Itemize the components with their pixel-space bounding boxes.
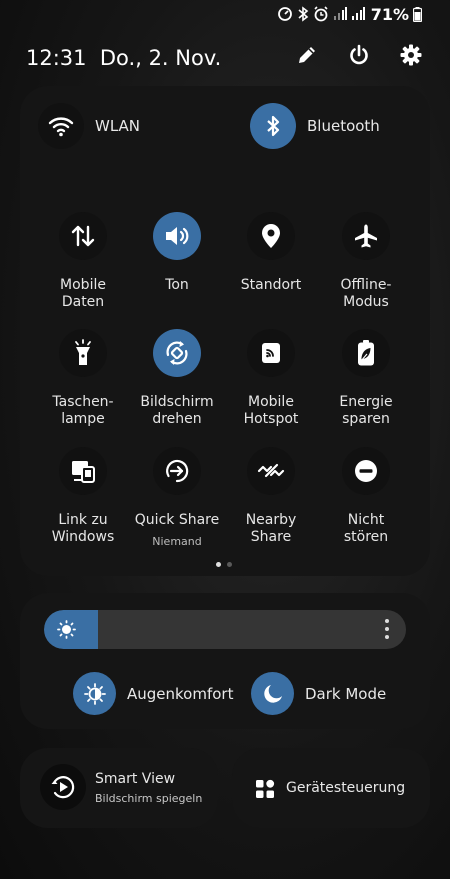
tile-offline-mode[interactable]: Offline- Modus xyxy=(319,212,413,311)
sound-icon xyxy=(153,212,201,260)
bluetooth-icon xyxy=(298,6,308,22)
tile-label: Ton xyxy=(165,277,189,293)
tile-dnd[interactable]: Nicht stören xyxy=(319,447,413,546)
tile-label: Mobile Hotspot xyxy=(243,394,299,427)
dark-mode-toggle[interactable]: Dark Mode xyxy=(251,672,386,715)
quick-share-icon xyxy=(153,447,201,495)
tile-label: Offline- Modus xyxy=(340,277,392,310)
page-dot-active xyxy=(216,562,221,567)
eye-comfort-icon xyxy=(73,672,116,715)
settings-icon[interactable] xyxy=(400,44,422,66)
device-control-title: Gerätesteuerung xyxy=(286,780,406,796)
tile-location[interactable]: Standort xyxy=(224,212,318,294)
tile-sublabel: Niemand xyxy=(152,535,202,548)
power-icon[interactable] xyxy=(348,44,370,66)
tile-mobile-data[interactable]: Mobile Daten xyxy=(36,212,130,311)
tile-quick-share[interactable]: Quick Share Niemand xyxy=(130,447,224,548)
page-dot xyxy=(227,562,232,567)
smart-view-title: Smart View xyxy=(95,771,176,787)
time: 12:31 xyxy=(26,46,87,70)
more-options-icon[interactable] xyxy=(384,619,390,639)
alarm-icon xyxy=(314,6,328,22)
mobile-data-icon xyxy=(59,212,107,260)
sun-icon xyxy=(57,620,76,639)
moon-icon xyxy=(251,672,294,715)
airplane-icon xyxy=(342,212,390,260)
data-saver-icon xyxy=(277,7,292,21)
hotspot-icon xyxy=(247,329,295,377)
tile-label: Link zu Windows xyxy=(51,512,115,545)
status-bar: 71% xyxy=(277,4,422,24)
smart-view-subtitle: Bildschirm spiegeln xyxy=(95,792,203,805)
wifi-icon xyxy=(38,103,84,149)
dark-mode-label: Dark Mode xyxy=(305,684,387,703)
tile-battery-saver[interactable]: Energie sparen xyxy=(319,329,413,428)
signal-icon xyxy=(333,7,347,20)
bluetooth-label: Bluetooth xyxy=(307,117,380,135)
eye-comfort-toggle[interactable]: Augenkomfort xyxy=(73,672,233,715)
clock-date: 12:31 Do., 2. Nov. xyxy=(26,46,221,70)
tile-label: Taschen- lampe xyxy=(52,394,114,427)
eye-comfort-label: Augenkomfort xyxy=(127,684,234,703)
tile-sound[interactable]: Ton xyxy=(130,212,224,294)
tile-rotate[interactable]: Bildschirm drehen xyxy=(130,329,224,428)
wlan-label: WLAN xyxy=(95,117,141,135)
tile-flashlight[interactable]: Taschen- lampe xyxy=(36,329,130,428)
tile-nearby-share[interactable]: Nearby Share xyxy=(224,447,318,546)
tile-label: Nearby Share xyxy=(245,512,297,545)
rotate-icon xyxy=(153,329,201,377)
brightness-slider[interactable] xyxy=(44,610,406,649)
header-actions xyxy=(296,44,422,66)
tile-label: Nicht stören xyxy=(343,512,389,545)
nearby-share-icon xyxy=(247,447,295,495)
tile-label: Mobile Daten xyxy=(60,277,106,310)
flashlight-icon xyxy=(59,329,107,377)
battery-icon xyxy=(413,6,422,22)
battery-percent: 71% xyxy=(370,4,409,24)
edit-icon[interactable] xyxy=(296,44,318,66)
battery-saver-icon xyxy=(342,329,390,377)
signal-icon xyxy=(351,7,365,20)
grid-icon xyxy=(255,779,275,799)
tile-label: Bildschirm drehen xyxy=(140,394,214,427)
tile-label: Quick Share xyxy=(134,512,220,528)
link-windows-icon xyxy=(59,447,107,495)
date: Do., 2. Nov. xyxy=(99,46,222,70)
tile-label: Energie sparen xyxy=(339,394,393,427)
smart-view-text: Smart View Bildschirm spiegeln xyxy=(95,771,202,805)
wlan-toggle[interactable]: WLAN xyxy=(38,103,140,149)
dnd-icon xyxy=(342,447,390,495)
tile-hotspot[interactable]: Mobile Hotspot xyxy=(224,329,318,428)
smart-view-icon xyxy=(40,764,86,810)
bluetooth-icon xyxy=(250,103,296,149)
tile-link-windows[interactable]: Link zu Windows xyxy=(36,447,130,546)
bluetooth-toggle[interactable]: Bluetooth xyxy=(250,103,380,149)
location-icon xyxy=(247,212,295,260)
tile-label: Standort xyxy=(240,277,302,293)
